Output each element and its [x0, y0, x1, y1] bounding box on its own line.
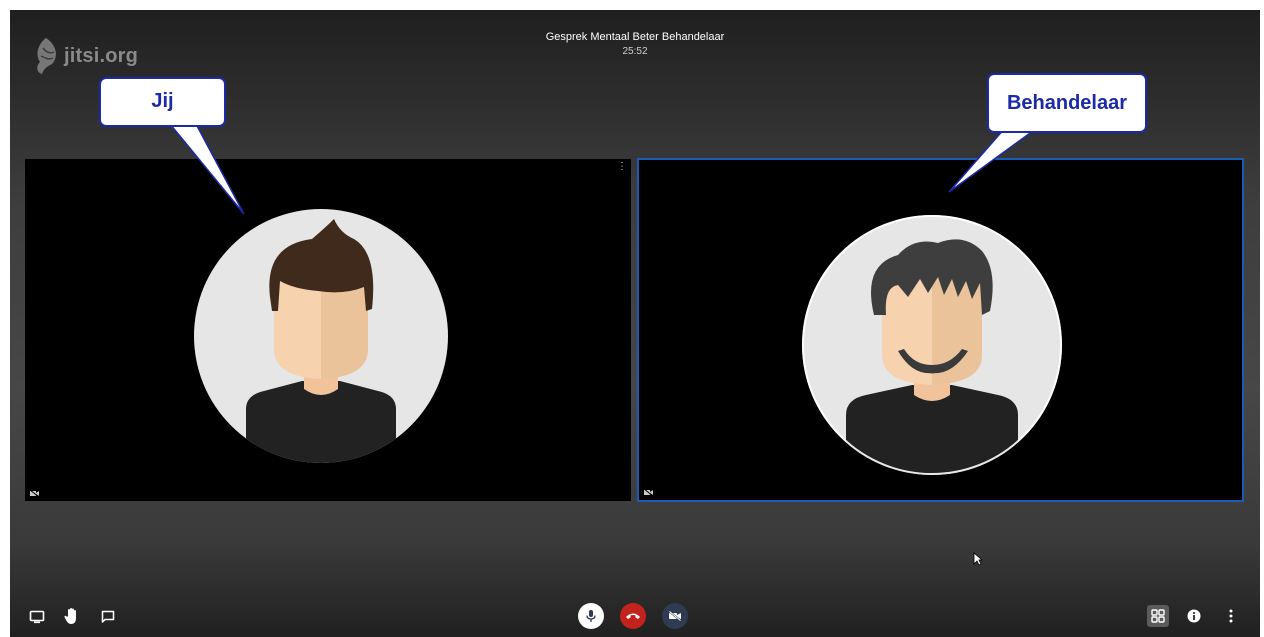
local-video-tile[interactable]: ⋮	[25, 159, 631, 501]
remote-video-tile[interactable]	[637, 158, 1244, 502]
camera-button[interactable]	[662, 603, 688, 629]
microphone-button[interactable]	[578, 603, 604, 629]
mouse-cursor-icon	[973, 552, 983, 566]
more-icon	[1229, 609, 1233, 623]
info-icon	[1187, 609, 1201, 623]
raise-hand-button[interactable]	[62, 606, 82, 626]
camera-off-icon	[668, 610, 682, 622]
remote-avatar	[802, 215, 1062, 475]
conference-title: Gesprek Mentaal Beter Behandelaar	[545, 31, 725, 43]
callout-behandelaar: Behandelaar	[987, 73, 1147, 133]
conference-info: Gesprek Mentaal Beter Behandelaar 25:52	[10, 31, 1260, 57]
camera-muted-indicator-icon	[30, 490, 39, 497]
callout-tail-jij	[168, 120, 245, 215]
local-avatar	[194, 209, 448, 463]
microphone-icon	[586, 610, 596, 622]
hangup-button[interactable]	[620, 603, 646, 629]
screen-share-icon	[29, 610, 45, 624]
chat-button[interactable]	[98, 607, 118, 627]
tile-view-button[interactable]	[1147, 605, 1169, 627]
chat-icon	[101, 610, 115, 623]
callout-jij: Jij	[99, 77, 226, 127]
info-button[interactable]	[1184, 606, 1204, 626]
jitsi-conference-window: jitsi.org Gesprek Mentaal Beter Behandel…	[10, 10, 1260, 637]
toolbar	[10, 597, 1260, 637]
tile-view-icon	[1151, 609, 1165, 623]
callout-tail-behandelaar	[948, 124, 1040, 193]
more-button[interactable]	[1221, 606, 1241, 626]
hangup-icon	[626, 613, 640, 619]
tile-menu-icon[interactable]: ⋮	[617, 162, 627, 172]
screen-share-button[interactable]	[27, 607, 47, 627]
camera-muted-indicator-icon	[644, 489, 653, 496]
raise-hand-icon	[64, 608, 76, 624]
conference-timer: 25:52	[622, 46, 648, 57]
